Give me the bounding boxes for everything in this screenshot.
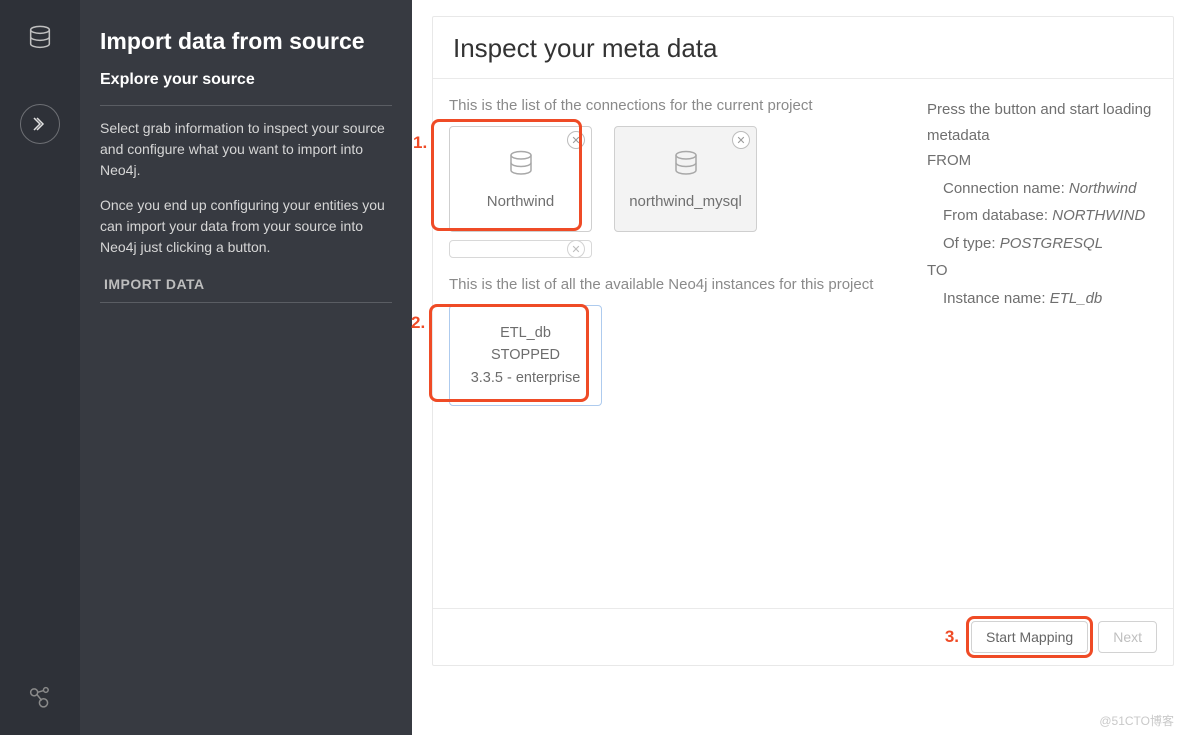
connection-name: northwind_mysql	[629, 193, 742, 210]
main-area: Inspect your meta data This is the list …	[412, 0, 1184, 735]
main-header: Inspect your meta data	[433, 17, 1173, 79]
connection-card-collapsed[interactable]: ✕	[449, 240, 592, 258]
sidebar-description-1: Select grab information to inspect your …	[100, 118, 392, 181]
instances-label: This is the list of all the available Ne…	[449, 276, 897, 293]
annotation-label-3: 3.	[945, 627, 959, 647]
rail-database-icon[interactable]	[22, 20, 58, 56]
info-type: Of type: POSTGRESQL	[927, 231, 1159, 257]
info-from: FROM	[927, 148, 1159, 174]
divider	[100, 105, 392, 106]
info-database: From database: NORTHWIND	[927, 203, 1159, 229]
start-mapping-button[interactable]: Start Mapping	[971, 621, 1088, 653]
sidebar-subtitle: Explore your source	[100, 71, 392, 89]
instance-status: STOPPED	[458, 344, 593, 366]
instance-name: ETL_db	[458, 322, 593, 344]
page-title: Inspect your meta data	[453, 33, 1153, 64]
nav-rail	[0, 0, 80, 735]
close-icon[interactable]: ✕	[567, 131, 585, 149]
sidebar: Import data from source Explore your sou…	[80, 0, 412, 735]
rail-graph-icon[interactable]	[22, 679, 58, 715]
instance-card-etl-db[interactable]: ETL_db STOPPED 3.3.5 - enterprise	[449, 305, 602, 406]
connection-card-northwind[interactable]: ✕ Northwind	[449, 126, 592, 232]
instance-version: 3.3.5 - enterprise	[458, 367, 593, 389]
next-button[interactable]: Next	[1098, 621, 1157, 653]
info-connection: Connection name: Northwind	[927, 176, 1159, 202]
info-panel: Press the button and start loading metad…	[913, 79, 1173, 608]
connection-card-northwind-mysql[interactable]: ✕ northwind_mysql	[614, 126, 757, 232]
body-left: This is the list of the connections for …	[433, 79, 913, 608]
annotation-label-1: 1.	[413, 133, 427, 153]
connections-label: This is the list of the connections for …	[449, 97, 897, 114]
close-icon[interactable]: ✕	[567, 240, 585, 258]
connection-cards: ✕ Northwind ✕	[449, 126, 897, 232]
annotation-label-2: 2.	[411, 313, 425, 333]
database-icon	[671, 149, 701, 179]
connection-name: Northwind	[487, 193, 555, 210]
info-to: TO	[927, 258, 1159, 284]
close-icon[interactable]: ✕	[732, 131, 750, 149]
watermark: @51CTO博客	[1099, 712, 1174, 729]
info-lead: Press the button and start loading metad…	[927, 97, 1159, 148]
import-data-action[interactable]: IMPORT DATA	[100, 272, 392, 303]
sidebar-title: Import data from source	[100, 28, 392, 55]
info-instance: Instance name: ETL_db	[927, 286, 1159, 312]
rail-next-icon[interactable]	[20, 104, 60, 144]
sidebar-description-2: Once you end up configuring your entitie…	[100, 195, 392, 258]
database-icon	[506, 149, 536, 179]
footer: 3. Start Mapping Next	[433, 608, 1173, 665]
